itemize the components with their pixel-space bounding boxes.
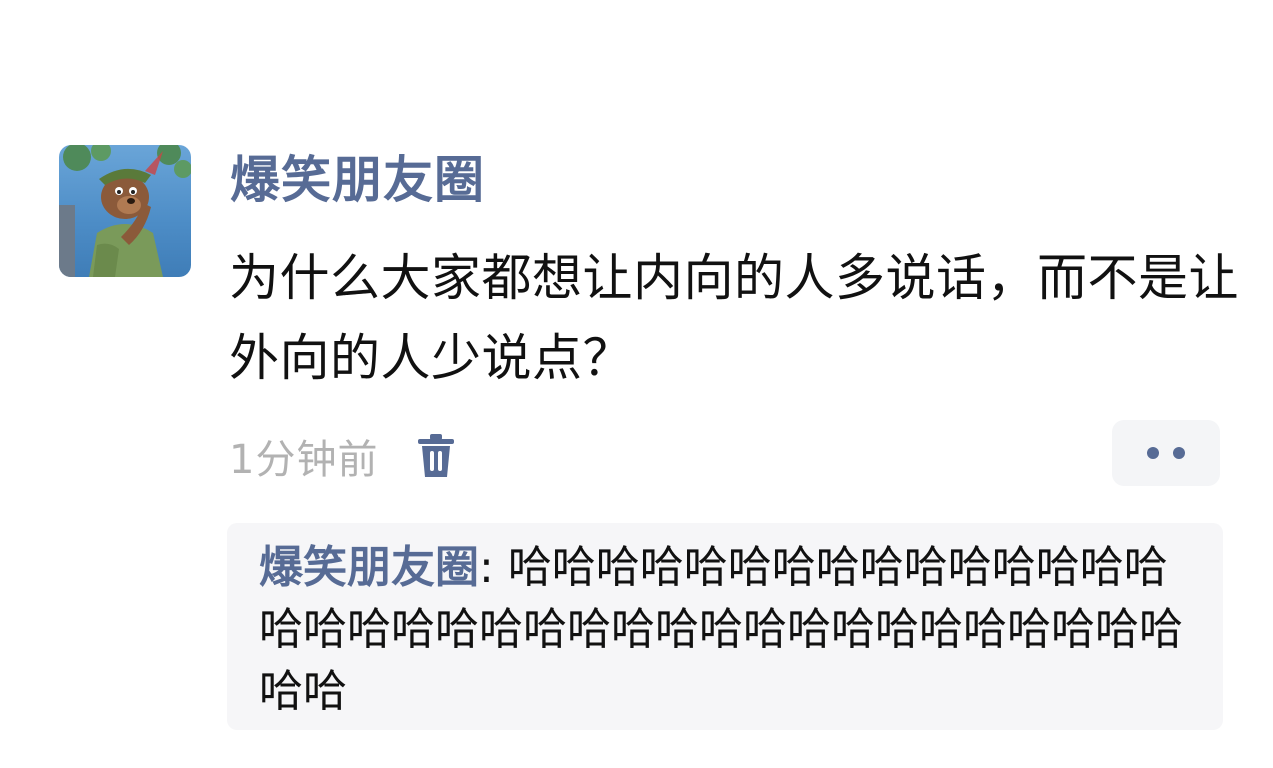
post-username[interactable]: 爆笑朋友圈 bbox=[230, 150, 485, 210]
comment-item[interactable]: 爆笑朋友圈: 哈哈哈哈哈哈哈哈哈哈哈哈哈哈哈哈哈哈哈哈哈哈哈哈哈哈哈哈哈哈哈哈哈… bbox=[259, 537, 1191, 723]
comment-separator: : bbox=[479, 542, 508, 593]
post-text: 为什么大家都想让内向的人多说话，而不是让外向的人少说点？ bbox=[229, 249, 1239, 387]
post-timestamp: 1分钟前 bbox=[229, 437, 379, 483]
more-dots-icon bbox=[1147, 447, 1159, 459]
post-meta: 1分钟前 bbox=[229, 428, 456, 484]
bear-avatar-icon bbox=[59, 145, 191, 277]
more-actions-button[interactable] bbox=[1112, 420, 1220, 486]
comment-author[interactable]: 爆笑朋友圈 bbox=[259, 542, 479, 593]
avatar[interactable] bbox=[59, 145, 191, 277]
comment-section: 爆笑朋友圈: 哈哈哈哈哈哈哈哈哈哈哈哈哈哈哈哈哈哈哈哈哈哈哈哈哈哈哈哈哈哈哈哈哈… bbox=[227, 523, 1223, 730]
trash-icon[interactable] bbox=[416, 433, 456, 479]
more-dots-icon bbox=[1173, 447, 1185, 459]
